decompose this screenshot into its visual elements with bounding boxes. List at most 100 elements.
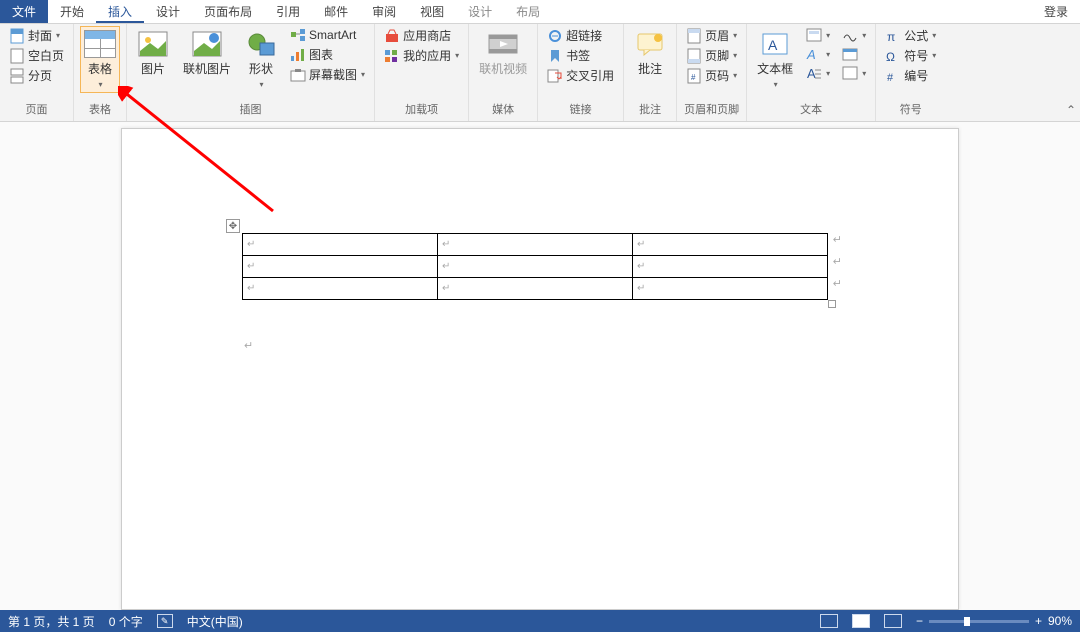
quickparts-button[interactable]: ▾ <box>803 26 833 44</box>
screenshot-button[interactable]: 屏幕截图▾ <box>287 65 368 84</box>
table-row[interactable]: ↵↵↵ <box>243 234 828 256</box>
comment-button[interactable]: 批注 <box>630 26 670 78</box>
blank-page-button[interactable]: 空白页 <box>6 46 67 65</box>
group-addins: 应用商店 我的应用▾ 加载项 <box>375 24 469 121</box>
picture-icon <box>137 28 169 60</box>
header-button[interactable]: 页眉▾ <box>683 26 740 45</box>
cover-page-button[interactable]: 封面▾ <box>6 26 67 45</box>
pagenum-icon: # <box>686 68 702 84</box>
paragraph-mark: ↵ <box>833 277 842 290</box>
picture-button[interactable]: 图片 <box>133 26 173 78</box>
table-move-handle[interactable]: ✥ <box>226 219 240 233</box>
group-links-label: 链接 <box>570 99 592 119</box>
paragraph-mark: ↵ <box>833 255 842 268</box>
tab-page-layout[interactable]: 页面布局 <box>192 0 264 23</box>
zoom-in-button[interactable]: + <box>1035 614 1042 628</box>
object-icon <box>842 65 858 81</box>
svg-text:A: A <box>806 47 816 61</box>
page-break-button[interactable]: 分页 <box>6 66 67 85</box>
tab-insert[interactable]: 插入 <box>96 0 144 23</box>
object-button[interactable]: ▾ <box>839 64 869 82</box>
tab-references[interactable]: 引用 <box>264 0 312 23</box>
svg-text:π: π <box>887 30 895 43</box>
read-mode-icon[interactable] <box>820 614 838 628</box>
chart-icon <box>290 47 306 63</box>
comment-icon <box>634 28 666 60</box>
dropcap-button[interactable]: A▾ <box>803 64 833 82</box>
header-icon <box>686 28 702 44</box>
group-pages-label: 页面 <box>26 99 48 119</box>
footer-button[interactable]: 页脚▾ <box>683 46 740 65</box>
zoom-control[interactable]: − + 90% <box>916 614 1072 628</box>
document-page[interactable]: ✥ ↵↵↵ ↵↵↵ ↵↵↵ ↵ ↵ ↵ ↵ <box>121 128 959 610</box>
inserted-table[interactable]: ✥ ↵↵↵ ↵↵↵ ↵↵↵ ↵ ↵ ↵ <box>242 233 828 300</box>
tab-table-layout[interactable]: 布局 <box>504 0 552 23</box>
equation-button[interactable]: π公式▾ <box>882 26 939 45</box>
textbox-button[interactable]: A文本框▾ <box>753 26 797 93</box>
shapes-icon <box>245 28 277 60</box>
tab-design[interactable]: 设计 <box>144 0 192 23</box>
svg-text:#: # <box>691 73 696 82</box>
crossref-button[interactable]: 交叉引用 <box>544 66 617 85</box>
table-row[interactable]: ↵↵↵ <box>243 278 828 300</box>
status-page[interactable]: 第 1 页，共 1 页 <box>8 613 95 630</box>
group-media-label: 媒体 <box>492 99 514 119</box>
equation-icon: π <box>885 28 901 44</box>
zoom-slider[interactable] <box>929 620 1029 623</box>
signature-button[interactable]: ▾ <box>839 26 869 44</box>
number-icon: # <box>885 68 901 84</box>
group-headerfooter: 页眉▾ 页脚▾ #页码▾ 页眉和页脚 <box>677 24 747 121</box>
status-language[interactable]: 中文(中国) <box>187 613 243 630</box>
video-icon <box>487 28 519 60</box>
table-button[interactable]: 表格▾ <box>80 26 120 93</box>
web-layout-icon[interactable] <box>884 614 902 628</box>
bookmark-icon <box>547 48 563 64</box>
group-symbols: π公式▾ Ω符号▾ #编号 符号 <box>876 24 945 121</box>
store-icon <box>384 28 400 44</box>
myapps-button[interactable]: 我的应用▾ <box>381 46 462 65</box>
table-row[interactable]: ↵↵↵ <box>243 256 828 278</box>
zoom-level[interactable]: 90% <box>1048 614 1072 628</box>
tab-view[interactable]: 视图 <box>408 0 456 23</box>
login-link[interactable]: 登录 <box>1032 0 1080 23</box>
myapps-icon <box>384 48 400 64</box>
symbol-button[interactable]: Ω符号▾ <box>882 46 939 65</box>
number-button[interactable]: #编号 <box>882 66 939 85</box>
svg-text:A: A <box>807 66 816 80</box>
group-tables-label: 表格 <box>89 99 111 119</box>
store-button[interactable]: 应用商店 <box>381 26 462 45</box>
smartart-button[interactable]: SmartArt <box>287 26 368 44</box>
online-picture-button[interactable]: 联机图片 <box>179 26 235 78</box>
hyperlink-button[interactable]: 超链接 <box>544 26 617 45</box>
group-text-label: 文本 <box>800 99 822 119</box>
tab-home[interactable]: 开始 <box>48 0 96 23</box>
chart-button[interactable]: 图表 <box>287 45 368 64</box>
tab-file[interactable]: 文件 <box>0 0 48 23</box>
table-icon <box>84 28 116 60</box>
shapes-button[interactable]: 形状▾ <box>241 26 281 93</box>
online-video-button[interactable]: 联机视频 <box>475 26 531 78</box>
bookmark-button[interactable]: 书签 <box>544 46 617 65</box>
collapse-ribbon-icon[interactable]: ⌃ <box>1062 99 1080 121</box>
status-words[interactable]: 0 个字 <box>109 613 143 630</box>
tab-review[interactable]: 审阅 <box>360 0 408 23</box>
svg-text:A: A <box>768 37 778 53</box>
group-addins-label: 加载项 <box>405 99 438 119</box>
group-text: A文本框▾ ▾ A▾ A▾ ▾ ▾ 文本 <box>747 24 876 121</box>
group-headerfooter-label: 页眉和页脚 <box>684 99 739 119</box>
print-layout-icon[interactable] <box>852 614 870 628</box>
tab-table-design[interactable]: 设计 <box>456 0 504 23</box>
zoom-out-button[interactable]: − <box>916 614 923 628</box>
tab-mailings[interactable]: 邮件 <box>312 0 360 23</box>
crossref-icon <box>547 68 563 84</box>
group-symbols-label: 符号 <box>900 99 922 119</box>
cover-page-icon <box>9 28 25 44</box>
signature-icon <box>842 27 858 43</box>
proofing-icon[interactable]: ✎ <box>157 614 173 628</box>
table-resize-handle[interactable] <box>828 300 836 308</box>
datetime-button[interactable] <box>839 45 869 63</box>
group-comments: 批注 批注 <box>624 24 677 121</box>
pagenum-button[interactable]: #页码▾ <box>683 66 740 85</box>
dropcap-icon: A <box>806 65 822 81</box>
wordart-button[interactable]: A▾ <box>803 45 833 63</box>
